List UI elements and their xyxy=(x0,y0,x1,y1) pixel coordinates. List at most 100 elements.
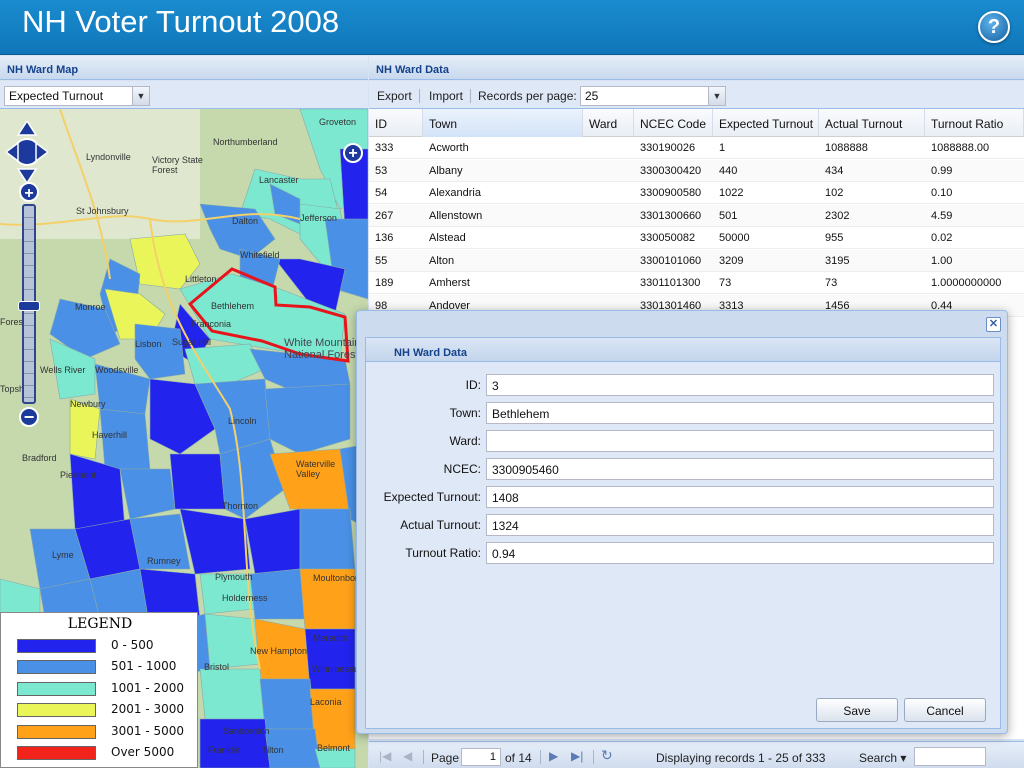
import-button[interactable]: Import xyxy=(429,89,463,103)
map-label: Plymouth xyxy=(215,572,253,582)
map-label: Newbury xyxy=(70,399,106,409)
legend-swatch xyxy=(17,639,96,653)
map-label: Bristol xyxy=(204,662,230,672)
table-row[interactable]: 55 Alton 3300101060 3209 3195 1.00 xyxy=(369,249,1024,272)
ncec-field[interactable]: 3300905460 xyxy=(486,458,994,480)
records-per-page-select[interactable]: 25 ▼ xyxy=(580,86,726,106)
map-toolbar: Expected Turnout ▼ xyxy=(0,81,368,109)
map-label: Groveton xyxy=(319,117,357,127)
next-page-icon[interactable]: ▶ xyxy=(549,749,558,763)
search-input[interactable] xyxy=(914,747,986,766)
first-page-icon[interactable]: |◀ xyxy=(379,749,391,763)
layer-select[interactable]: Expected Turnout ▼ xyxy=(4,86,150,106)
cell-ratio: 1088888.00 xyxy=(931,142,990,154)
table-row[interactable]: 53 Albany 3300300420 440 434 0.99 xyxy=(369,159,1024,182)
chevron-down-icon[interactable]: ▼ xyxy=(708,87,725,105)
map-legend: LEGEND 0 - 500 501 - 1000 1001 - 2000 20… xyxy=(0,612,198,768)
ward-data-form: NH Ward Data ID: 3 Town: Bethlehem Ward:… xyxy=(365,337,1001,729)
column-header-actual[interactable]: Actual Turnout xyxy=(819,109,925,137)
cell-expected: 3209 xyxy=(719,254,744,267)
actual-turnout-field[interactable]: 1324 xyxy=(486,514,994,536)
help-icon[interactable]: ? xyxy=(978,11,1010,43)
cell-town: Alexandria xyxy=(429,187,481,199)
toolbar-divider xyxy=(540,750,541,764)
close-icon[interactable]: ✕ xyxy=(986,317,1001,332)
cell-ratio: 0.10 xyxy=(931,187,953,199)
cancel-button[interactable]: Cancel xyxy=(904,698,986,722)
ward-label: Ward: xyxy=(449,434,481,448)
chevron-down-icon[interactable]: ▼ xyxy=(132,87,149,105)
toolbar-divider xyxy=(419,89,420,103)
map-label: Holderness xyxy=(222,593,268,603)
legend-swatch xyxy=(17,746,96,760)
map-label: Jefferson xyxy=(300,213,337,223)
page-number-input[interactable]: 1 xyxy=(461,748,501,766)
expected-turnout-field[interactable]: 1408 xyxy=(486,486,994,508)
cell-id: 333 xyxy=(375,142,394,154)
map-label: Whitefield xyxy=(240,250,280,260)
turnout-ratio-field[interactable]: 0.94 xyxy=(486,542,994,564)
zoom-in-button[interactable]: + xyxy=(19,182,39,202)
map-expand-icon[interactable]: + xyxy=(343,143,363,163)
map-label: Franconia xyxy=(191,319,232,329)
cell-ncec: 3301300660 xyxy=(640,209,702,222)
column-header-ward[interactable]: Ward xyxy=(583,109,634,137)
prev-page-icon[interactable]: ◀ xyxy=(403,749,412,763)
id-field[interactable]: 3 xyxy=(486,374,994,396)
map-label: Laconia xyxy=(310,697,342,707)
cell-expected: 50000 xyxy=(719,232,750,244)
map-label: Bradford xyxy=(22,453,57,463)
table-row[interactable]: 267 Allenstown 3301300660 501 2302 4.59 xyxy=(369,204,1024,227)
legend-label: 3001 - 5000 xyxy=(111,724,185,738)
map-label: Haverhill xyxy=(92,430,128,440)
map-label: Woodsville xyxy=(95,365,139,375)
map-label: Piermont xyxy=(60,470,97,480)
map-label: Lyndonville xyxy=(86,152,131,162)
refresh-icon[interactable]: ↻ xyxy=(601,747,613,764)
table-row[interactable]: 189 Amherst 3301101300 73 73 1.0000000000 xyxy=(369,272,1024,294)
app-header: NH Voter Turnout 2008 ? xyxy=(0,0,1024,55)
map-label: Waterville Valley xyxy=(296,459,336,479)
save-button[interactable]: Save xyxy=(816,698,898,722)
cell-ncec: 330050082 xyxy=(640,232,696,244)
town-field[interactable]: Bethlehem xyxy=(486,402,994,424)
page-count-label: of 14 xyxy=(505,751,532,765)
column-header-ncec[interactable]: NCEC Code xyxy=(634,109,713,137)
export-button[interactable]: Export xyxy=(377,89,412,103)
search-menu-button[interactable]: Search ▾ xyxy=(859,751,906,765)
zoom-out-button[interactable]: − xyxy=(19,407,39,427)
map-label: Lancaster xyxy=(259,175,299,185)
table-row[interactable]: 54 Alexandria 3300900580 1022 102 0.10 xyxy=(369,182,1024,204)
app-title: NH Voter Turnout 2008 xyxy=(22,4,340,39)
column-header-id[interactable]: ID xyxy=(369,109,423,137)
last-page-icon[interactable]: ▶| xyxy=(571,749,583,763)
cell-expected: 1022 xyxy=(719,187,744,199)
cell-town: Acworth xyxy=(429,142,469,154)
records-per-page-value: 25 xyxy=(585,89,599,103)
table-row[interactable]: 136 Alstead 330050082 50000 955 0.02 xyxy=(369,227,1024,249)
table-row[interactable]: 333 Acworth 330190026 1 1088888 1088888.00 xyxy=(369,137,1024,159)
map-label: St Johnsbury xyxy=(76,206,129,216)
ward-field[interactable] xyxy=(486,430,994,452)
zoom-slider-thumb[interactable] xyxy=(18,301,40,311)
layer-select-value: Expected Turnout xyxy=(9,89,104,103)
cell-actual: 434 xyxy=(825,164,844,177)
column-header-town[interactable]: Town xyxy=(423,109,583,137)
cell-id: 136 xyxy=(375,232,394,244)
cell-expected: 440 xyxy=(719,164,738,177)
cell-ratio: 4.59 xyxy=(931,209,953,222)
map-label: Bethlehem xyxy=(211,301,255,311)
cell-expected: 73 xyxy=(719,277,732,289)
legend-swatch xyxy=(17,682,96,696)
cell-town: Alstead xyxy=(429,232,466,244)
ward-data-dialog: ✕ NH Ward Data ID: 3 Town: Bethlehem War… xyxy=(356,310,1008,734)
cell-id: 267 xyxy=(375,209,394,222)
column-header-ratio[interactable]: Turnout Ratio xyxy=(925,109,1024,137)
town-label: Town: xyxy=(449,406,481,420)
map-label: Meredith xyxy=(313,633,349,643)
pan-control-icon[interactable] xyxy=(6,121,48,183)
cell-expected: 501 xyxy=(719,209,738,222)
column-header-expected[interactable]: Expected Turnout xyxy=(713,109,819,137)
map-label: New Hampton xyxy=(250,646,308,656)
map-panel-title: NH Ward Map xyxy=(0,56,368,80)
